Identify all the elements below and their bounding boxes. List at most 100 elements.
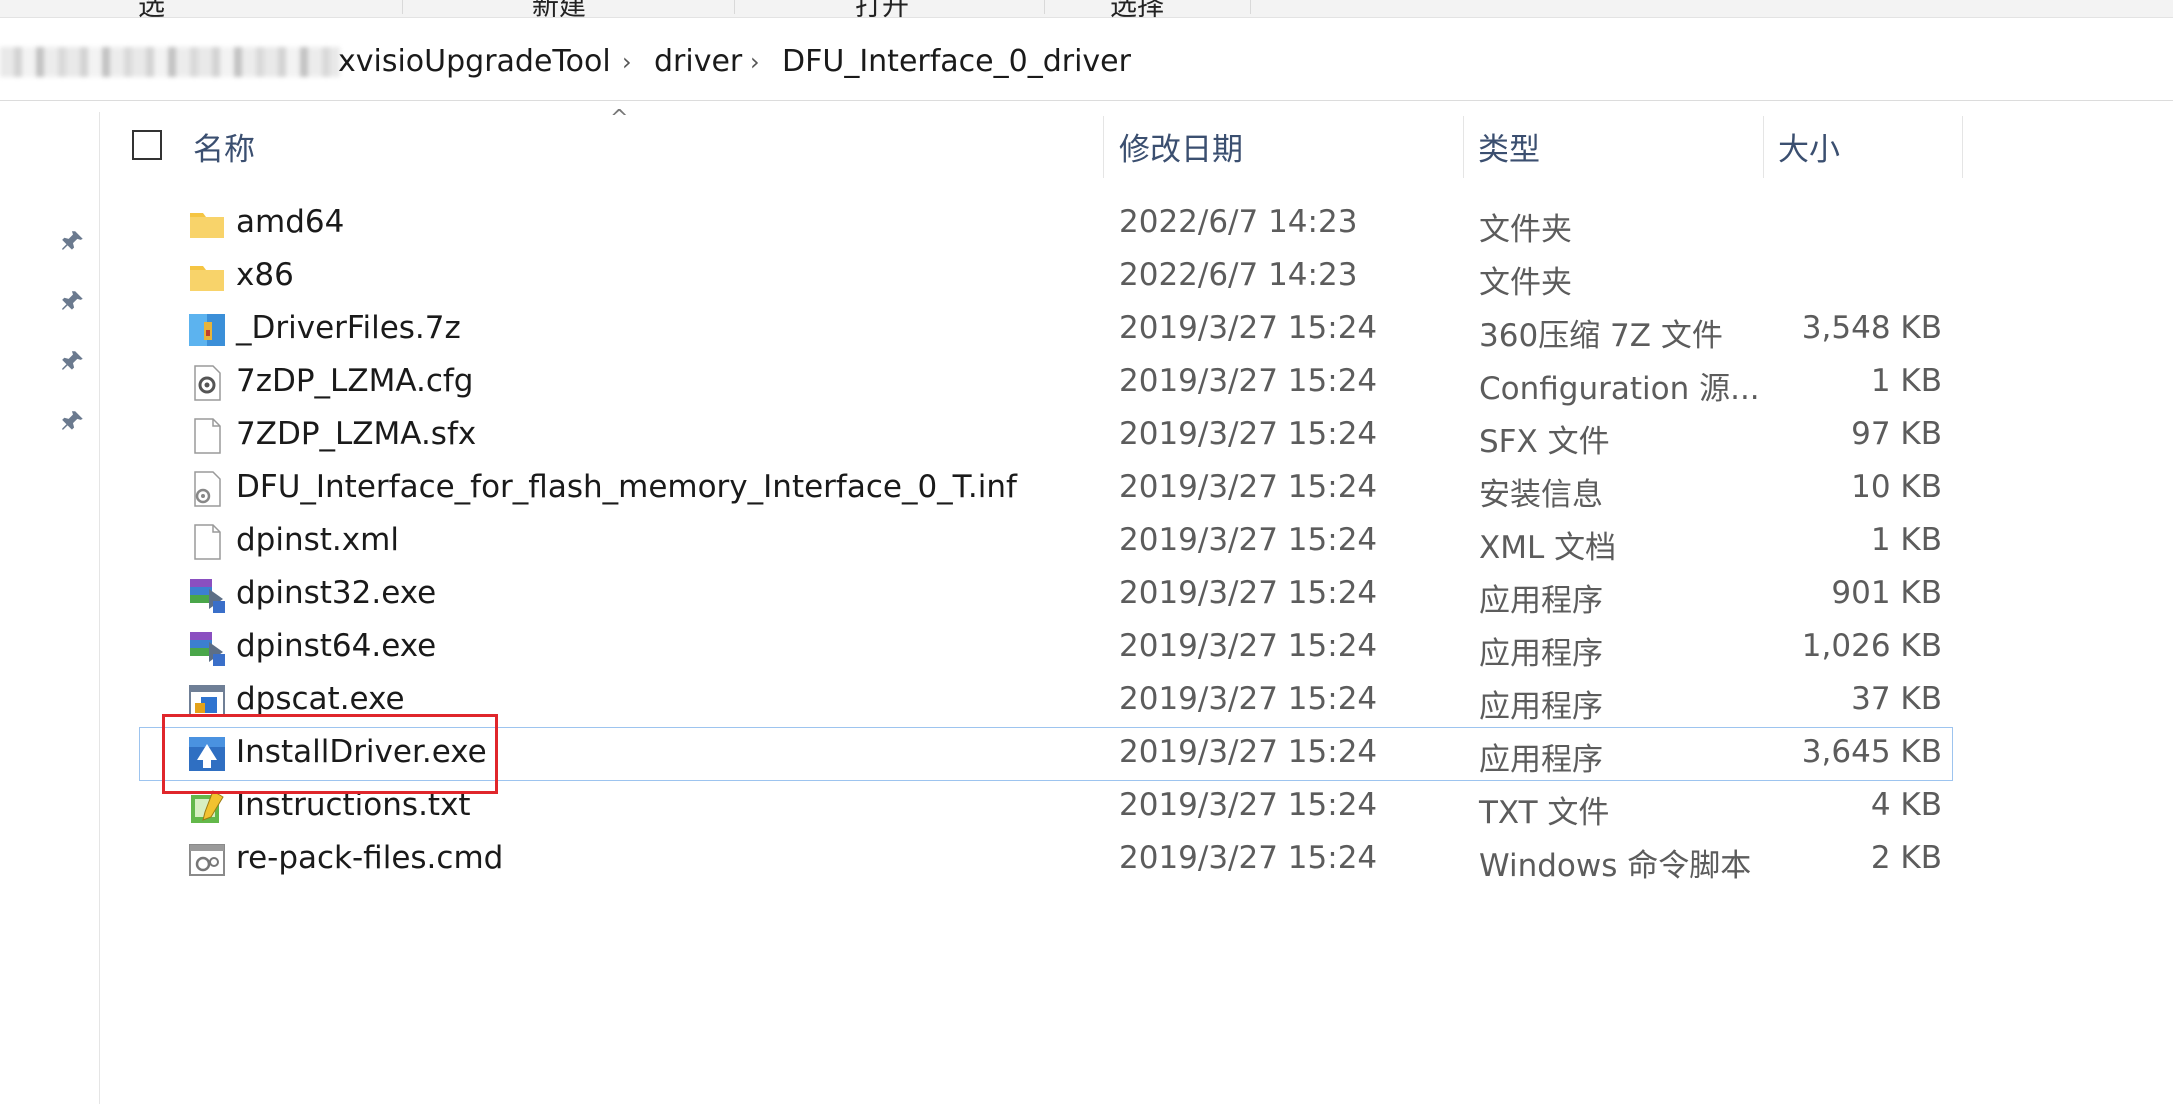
- file-name: dpinst32.exe: [236, 575, 437, 611]
- list-item[interactable]: _DriverFiles.7z 2019/3/27 15:24 360压缩 7Z…: [140, 304, 1952, 356]
- list-item-selected[interactable]: InstallDriver.exe 2019/3/27 15:24 应用程序 3…: [139, 727, 1953, 781]
- file-name: 7zDP_LZMA.cfg: [236, 363, 474, 399]
- file-size: 37 KB: [1851, 681, 1942, 717]
- ribbon-separator: [402, 0, 403, 14]
- breadcrumb-item[interactable]: driver: [654, 44, 742, 79]
- column-header-row: ^ 名称 修改日期 类型 大小: [100, 106, 1980, 182]
- file-size: 2 KB: [1870, 840, 1942, 876]
- ribbon-label-new[interactable]: 新建: [532, 0, 586, 23]
- file-date: 2019/3/27 15:24: [1119, 628, 1378, 664]
- ribbon-separator: [734, 0, 735, 14]
- blurred-path-segment: [0, 47, 340, 77]
- file-size: 4 KB: [1870, 787, 1942, 823]
- file-name: Instructions.txt: [236, 787, 471, 823]
- list-item[interactable]: x86 2022/6/7 14:23 文件夹: [140, 251, 1952, 303]
- file-name: DFU_Interface_for_flash_memory_Interface…: [236, 469, 1017, 505]
- file-date: 2019/3/27 15:24: [1119, 522, 1378, 558]
- folder-icon: [190, 266, 224, 291]
- installer-exe-icon: [190, 632, 225, 666]
- file-date: 2022/6/7 14:23: [1119, 204, 1358, 240]
- chevron-right-icon[interactable]: ›: [750, 48, 760, 76]
- column-header-date[interactable]: 修改日期: [1119, 124, 1243, 169]
- pin-icon[interactable]: [60, 408, 86, 434]
- file-name: dpscat.exe: [236, 681, 405, 717]
- blank-file-icon: [194, 524, 221, 560]
- file-size: 1,026 KB: [1801, 628, 1942, 664]
- file-date: 2022/6/7 14:23: [1119, 257, 1358, 293]
- list-item[interactable]: 7ZDP_LZMA.sfx 2019/3/27 15:24 SFX 文件 97 …: [140, 410, 1952, 462]
- file-date: 2019/3/27 15:24: [1119, 681, 1378, 717]
- column-divider[interactable]: [1103, 116, 1104, 178]
- file-type: 应用程序: [1479, 689, 1603, 725]
- column-divider[interactable]: [1962, 116, 1963, 178]
- breadcrumb-item[interactable]: DFU_Interface_0_driver: [782, 44, 1131, 79]
- file-type: 文件夹: [1479, 212, 1572, 248]
- pin-icon[interactable]: [60, 348, 86, 374]
- install-driver-icon: [189, 737, 225, 771]
- file-type: 360压缩 7Z 文件: [1479, 318, 1723, 354]
- ribbon-label-select[interactable]: 选: [138, 0, 165, 23]
- list-item[interactable]: 7zDP_LZMA.cfg 2019/3/27 15:24 Configurat…: [140, 357, 1952, 409]
- ribbon-label-choose[interactable]: 选择: [1110, 0, 1164, 23]
- select-all-checkbox[interactable]: [132, 130, 162, 160]
- pin-icon[interactable]: [60, 288, 86, 314]
- blank-file-icon: [194, 418, 221, 454]
- file-name: 7ZDP_LZMA.sfx: [236, 416, 477, 452]
- ribbon-separator: [1250, 0, 1251, 14]
- file-type: SFX 文件: [1479, 424, 1610, 460]
- file-size: 97 KB: [1851, 416, 1942, 452]
- file-date: 2019/3/27 15:24: [1119, 787, 1378, 823]
- file-name: re-pack-files.cmd: [236, 840, 504, 876]
- file-type: XML 文档: [1479, 530, 1617, 566]
- pin-icon[interactable]: [60, 228, 86, 254]
- list-item[interactable]: Instructions.txt 2019/3/27 15:24 TXT 文件 …: [140, 781, 1952, 833]
- file-date: 2019/3/27 15:24: [1119, 310, 1378, 346]
- file-date: 2019/3/27 15:24: [1119, 734, 1378, 770]
- file-size: 10 KB: [1851, 469, 1942, 505]
- file-type: TXT 文件: [1479, 795, 1610, 831]
- list-item[interactable]: dpinst64.exe 2019/3/27 15:24 应用程序 1,026 …: [140, 622, 1952, 674]
- file-type: Windows 命令脚本: [1479, 848, 1752, 884]
- file-name: _DriverFiles.7z: [236, 310, 461, 346]
- file-date: 2019/3/27 15:24: [1119, 840, 1378, 876]
- ribbon-label-open[interactable]: 打开: [855, 0, 909, 23]
- file-type: 应用程序: [1479, 636, 1603, 672]
- folder-icon: [190, 213, 224, 238]
- file-type: 应用程序: [1479, 583, 1603, 619]
- column-header-type[interactable]: 类型: [1478, 124, 1540, 169]
- file-type: 应用程序: [1479, 742, 1603, 778]
- file-date: 2019/3/27 15:24: [1119, 363, 1378, 399]
- file-name: amd64: [236, 204, 345, 240]
- navigation-pane: [0, 112, 100, 1104]
- file-name: dpinst.xml: [236, 522, 399, 558]
- breadcrumb-item[interactable]: xvisioUpgradeTool: [338, 44, 611, 79]
- column-divider[interactable]: [1463, 116, 1464, 178]
- list-item[interactable]: amd64 2022/6/7 14:23 文件夹: [140, 198, 1952, 250]
- app-window-icon: [189, 685, 225, 717]
- column-divider[interactable]: [1763, 116, 1764, 178]
- file-size: 3,645 KB: [1801, 734, 1942, 770]
- list-item[interactable]: DFU_Interface_for_flash_memory_Interface…: [140, 463, 1952, 515]
- file-type: 安装信息: [1479, 477, 1603, 513]
- list-item[interactable]: dpinst.xml 2019/3/27 15:24 XML 文档 1 KB: [140, 516, 1952, 568]
- column-header-name[interactable]: 名称: [193, 124, 255, 169]
- file-date: 2019/3/27 15:24: [1119, 575, 1378, 611]
- chevron-right-icon[interactable]: ›: [622, 48, 632, 76]
- file-name: dpinst64.exe: [236, 628, 437, 664]
- ribbon-separator: [1044, 0, 1045, 14]
- file-size: 3,548 KB: [1801, 310, 1942, 346]
- list-item[interactable]: dpinst32.exe 2019/3/27 15:24 应用程序 901 KB: [140, 569, 1952, 621]
- list-item[interactable]: dpscat.exe 2019/3/27 15:24 应用程序 37 KB: [140, 675, 1952, 727]
- column-header-size[interactable]: 大小: [1778, 124, 1840, 169]
- notepad-icon: [191, 790, 224, 823]
- file-size: 1 KB: [1870, 363, 1942, 399]
- cmd-script-icon: [189, 844, 225, 876]
- ribbon-strip: 选 新建 打开 选择: [0, 0, 2173, 22]
- file-type: 文件夹: [1479, 265, 1572, 301]
- list-item[interactable]: re-pack-files.cmd 2019/3/27 15:24 Window…: [140, 834, 1952, 886]
- file-name: x86: [236, 257, 294, 293]
- installer-exe-icon: [190, 579, 225, 613]
- file-size: 901 KB: [1831, 575, 1942, 611]
- config-file-icon: [194, 365, 221, 401]
- setup-info-icon: [194, 471, 221, 507]
